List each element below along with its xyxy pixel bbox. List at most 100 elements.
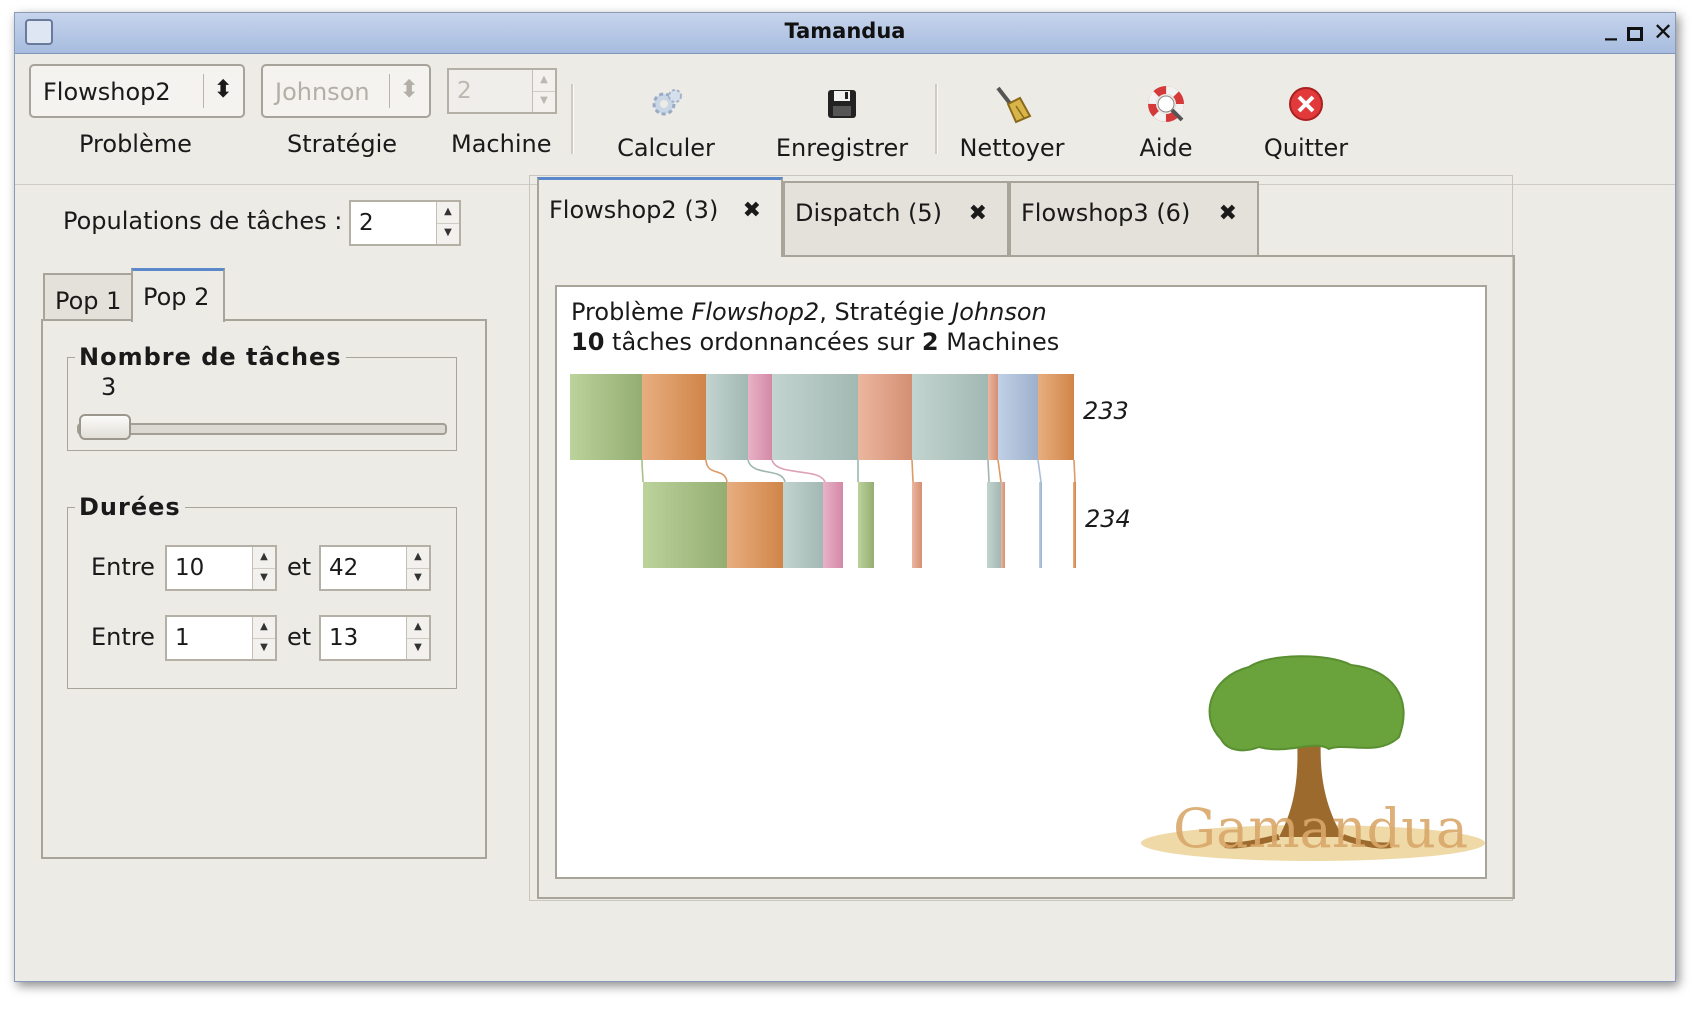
durees-title: Durées xyxy=(75,493,185,521)
duree-max-spinner[interactable]: 13 ▲ ▼ xyxy=(319,615,431,661)
spin-down-icon[interactable]: ▼ xyxy=(253,568,275,589)
gear-icon xyxy=(644,82,688,126)
nb-taches-title: Nombre de tâches xyxy=(75,343,346,371)
nb-taches-slider[interactable] xyxy=(77,423,447,435)
et-label: et xyxy=(287,623,312,651)
problem-combo[interactable]: Flowshop2 ⬍ xyxy=(29,64,245,118)
gantt-task-bar xyxy=(858,482,874,568)
nb-taches-value: 3 xyxy=(101,373,117,401)
gantt-task-bar xyxy=(823,482,843,568)
quitter-button[interactable]: Quitter xyxy=(1221,82,1391,162)
close-circle-icon xyxy=(1284,82,1328,126)
app-window: Tamandua _ ✕ Flowshop2 ⬍ Problème Johnso… xyxy=(14,12,1676,982)
spin-down-icon[interactable]: ▼ xyxy=(407,568,429,589)
gantt-task-bar xyxy=(727,482,783,568)
populations-value: 2 xyxy=(359,210,374,236)
toolbar: Flowshop2 ⬍ Problème Johnson ⬍ Stratégie… xyxy=(15,54,1675,185)
entre-label: Entre xyxy=(91,553,155,581)
durees-group xyxy=(67,507,457,689)
machine-spinner[interactable]: 2 ▲ ▼ xyxy=(447,68,557,114)
duree-min-value: 1 xyxy=(175,625,190,651)
gantt-link xyxy=(771,459,826,483)
gantt-task-bar xyxy=(783,482,823,568)
problem-value: Flowshop2 xyxy=(43,78,171,106)
gantt-link xyxy=(705,459,728,483)
problem-label: Problème xyxy=(79,130,192,158)
gantt-row-1-label: 233 xyxy=(1083,397,1129,425)
tab-flowshop2[interactable]: Flowshop2 (3) ✖ xyxy=(537,177,783,257)
nettoyer-button[interactable]: Nettoyer xyxy=(927,82,1097,162)
gantt-task-bar xyxy=(1039,482,1042,568)
updown-arrow-icon: ⬍ xyxy=(213,75,234,103)
gantt-task-bar xyxy=(912,482,922,568)
tab-label: Dispatch (5) xyxy=(795,199,943,227)
tab-pop-1[interactable]: Pop 1 xyxy=(43,273,133,321)
result-canvas: Problème Flowshop2, Stratégie Johnson 10… xyxy=(555,285,1487,879)
slider-handle[interactable] xyxy=(79,414,131,440)
strategy-combo[interactable]: Johnson ⬍ xyxy=(261,64,431,118)
gantt-row-machine-2 xyxy=(643,482,1076,568)
spin-up-icon[interactable]: ▲ xyxy=(437,202,459,224)
nettoyer-label: Nettoyer xyxy=(959,134,1065,162)
gantt-task-bar xyxy=(570,374,642,460)
maximize-icon[interactable] xyxy=(1627,27,1643,41)
et-label: et xyxy=(287,553,312,581)
gantt-task-bar xyxy=(1073,482,1076,568)
calculer-label: Calculer xyxy=(617,134,715,162)
calculer-button[interactable]: Calculer xyxy=(581,82,751,162)
quitter-label: Quitter xyxy=(1263,134,1349,162)
populations-spinner[interactable]: 2 ▲ ▼ xyxy=(349,200,461,246)
broom-icon xyxy=(990,82,1034,126)
spin-up-icon[interactable]: ▲ xyxy=(407,547,429,569)
spin-down-icon[interactable]: ▼ xyxy=(437,223,459,244)
spin-down-icon[interactable]: ▼ xyxy=(407,638,429,659)
spin-up-icon[interactable]: ▲ xyxy=(533,70,555,92)
enregistrer-label: Enregistrer xyxy=(775,134,909,162)
duree-max-spinner[interactable]: 42 ▲ ▼ xyxy=(319,545,431,591)
duree-min-value: 10 xyxy=(175,555,205,581)
gantt-task-bar xyxy=(772,374,858,460)
spin-down-icon[interactable]: ▼ xyxy=(533,91,555,112)
strategy-label: Stratégie xyxy=(287,130,398,158)
gantt-link xyxy=(911,459,914,483)
gantt-link xyxy=(987,459,990,483)
close-tab-icon[interactable]: ✖ xyxy=(743,198,761,223)
spin-up-icon[interactable]: ▲ xyxy=(253,617,275,639)
updown-arrow-icon: ⬍ xyxy=(399,75,420,103)
gantt-task-bar xyxy=(912,374,988,460)
machine-label: Machine xyxy=(451,130,552,158)
spin-up-icon[interactable]: ▲ xyxy=(407,617,429,639)
strategy-value: Johnson xyxy=(275,78,370,106)
gantt-task-bar xyxy=(998,374,1038,460)
gantt-links xyxy=(641,459,1076,483)
gantt-link xyxy=(641,459,644,483)
window-title: Tamandua xyxy=(784,19,906,43)
floppy-icon xyxy=(820,82,864,126)
gantt-task-bar xyxy=(1001,482,1005,568)
spin-up-icon[interactable]: ▲ xyxy=(253,547,275,569)
tab-pop-2[interactable]: Pop 2 xyxy=(131,268,225,322)
gantt-link xyxy=(1037,459,1042,483)
minimize-icon[interactable]: _ xyxy=(1605,13,1617,41)
tab-label: Pop 1 xyxy=(55,287,122,315)
tab-dispatch[interactable]: Dispatch (5) ✖ xyxy=(783,181,1009,257)
machine-value: 2 xyxy=(457,78,472,104)
close-tab-icon[interactable]: ✖ xyxy=(1219,201,1237,226)
duree-max-value: 42 xyxy=(329,555,359,581)
gantt-link xyxy=(997,459,1002,483)
gantt-row-machine-1 xyxy=(570,374,1074,460)
gantt-task-bar xyxy=(988,374,998,460)
close-icon[interactable]: ✕ xyxy=(1653,18,1673,46)
close-tab-icon[interactable]: ✖ xyxy=(969,201,987,226)
gantt-link xyxy=(747,459,786,483)
enregistrer-button[interactable]: Enregistrer xyxy=(757,82,927,162)
spin-down-icon[interactable]: ▼ xyxy=(253,638,275,659)
tamandua-logo: Gamandua xyxy=(1141,655,1485,861)
duree-min-spinner[interactable]: 10 ▲ ▼ xyxy=(165,545,277,591)
duree-min-spinner[interactable]: 1 ▲ ▼ xyxy=(165,615,277,661)
title-bar[interactable]: Tamandua _ ✕ xyxy=(15,13,1675,54)
tab-flowshop3[interactable]: Flowshop3 (6) ✖ xyxy=(1009,181,1259,257)
gantt-row-2-label: 234 xyxy=(1085,505,1131,533)
gantt-task-bar xyxy=(748,374,772,460)
gantt-task-bar xyxy=(706,374,748,460)
